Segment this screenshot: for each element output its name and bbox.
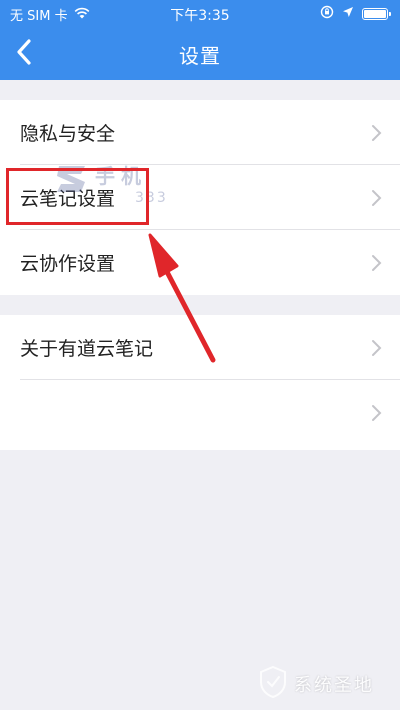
status-bar: 无 SIM 卡 下午3:35 [0,0,400,28]
chevron-right-icon [370,339,382,357]
location-arrow-icon [342,6,354,22]
settings-item-label: 隐私与安全 [20,123,116,145]
chevron-right-icon [370,404,382,422]
watermark-corner-text: 系统圣地 [294,675,374,696]
settings-item-label: 关于有道云笔记 [20,338,154,360]
annotation-highlight-box [6,168,149,225]
settings-item-blank[interactable] [0,380,400,445]
chevron-right-icon [370,254,382,272]
chevron-right-icon [370,189,382,207]
battery-fill [364,10,386,18]
settings-group-about: 关于有道云笔记 [0,315,400,450]
settings-item-about[interactable]: 关于有道云笔记 [0,315,400,380]
app-header: 无 SIM 卡 下午3:35 设置 [0,0,400,80]
status-right [320,5,391,23]
settings-item-cloud-collab[interactable]: 云协作设置 [0,230,400,295]
chevron-right-icon [370,124,382,142]
nav-bar: 设置 [0,28,400,80]
watermark-corner: 系统圣地 [258,664,400,704]
settings-item-label: 云协作设置 [20,253,116,275]
battery-icon [362,8,391,20]
page-title: 设置 [179,44,221,68]
shield-logo-icon [258,665,288,703]
rotation-lock-icon [320,5,334,23]
